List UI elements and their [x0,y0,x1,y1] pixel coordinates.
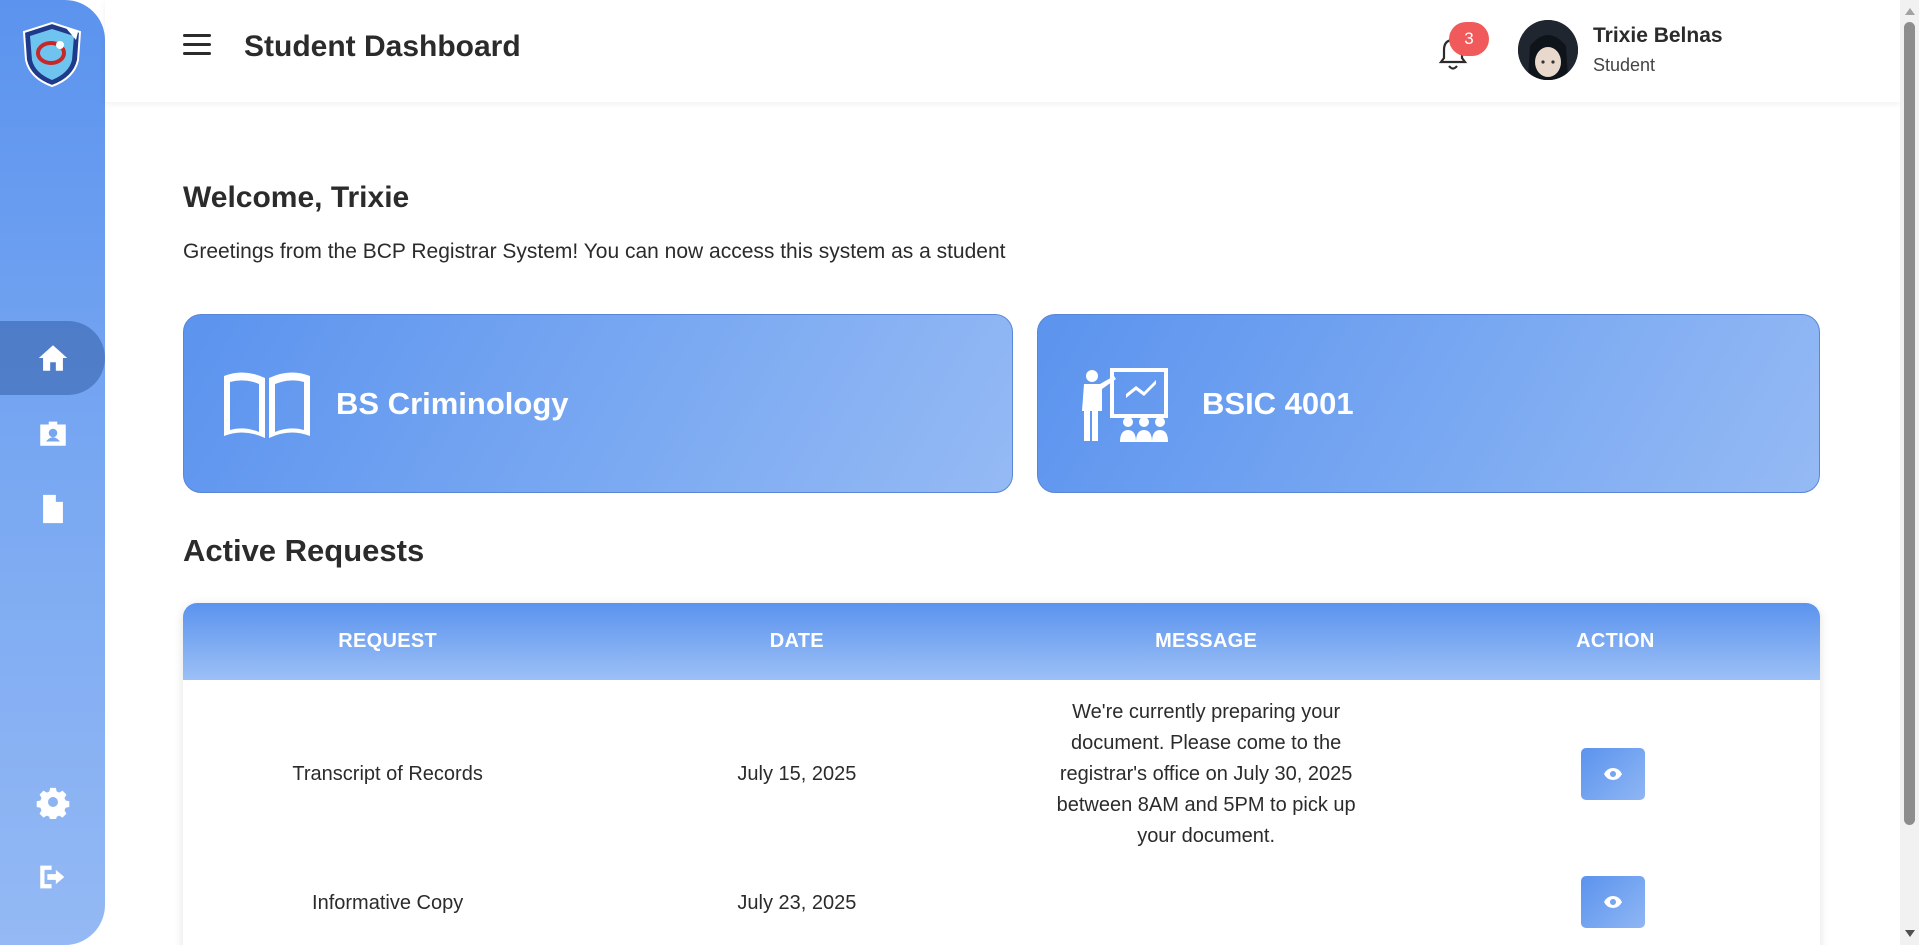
date-cell: July 23, 2025 [737,892,857,914]
sidebar-item-profile[interactable] [0,396,105,470]
eye-icon [1603,896,1622,908]
view-button[interactable] [1580,876,1645,928]
top-header: Student Dashboard [105,0,1900,102]
sidebar [0,0,105,945]
program-card: BS Criminology [183,314,1013,493]
active-requests-heading: Active Requests [183,533,425,568]
sidebar-item-settings[interactable] [0,765,105,839]
table-row: Informative Copy July 23, 2025 [183,868,1820,945]
scrollbar-thumb[interactable] [1904,22,1915,825]
vertical-scrollbar[interactable] [1900,0,1919,945]
table-row: Transcript of Records July 15, 2025 We'r… [183,680,1820,868]
user-name: Trixie Belnas [1593,24,1723,47]
scroll-up-arrow-icon[interactable] [1905,8,1915,15]
section-label: BSIC 4001 [1202,385,1354,421]
program-label: BS Criminology [336,385,569,421]
open-book-icon [222,366,312,442]
column-header: DATE [769,630,824,652]
logout-icon [39,865,64,889]
request-cell: Informative Copy [312,892,464,914]
classroom-icon [1080,366,1170,442]
column-header: MESSAGE [1155,630,1258,652]
section-card: BSIC 4001 [1037,314,1820,493]
scroll-down-arrow-icon[interactable] [1905,930,1915,937]
message-cell: We're currently preparing your document.… [1056,700,1356,847]
action-cell [1411,748,1820,800]
greeting-text: Greetings from the BCP Registrar System!… [183,240,1006,263]
avatar[interactable] [1518,20,1578,80]
action-cell [1411,876,1820,928]
document-icon [42,494,63,524]
home-icon [38,345,67,371]
view-button[interactable] [1580,748,1645,800]
eye-icon [1603,768,1622,780]
request-cell: Transcript of Records [292,762,483,785]
gear-icon [36,787,69,819]
notification-badge: 3 [1449,22,1489,56]
welcome-heading: Welcome, Trixie [183,181,410,214]
sidebar-item-logout[interactable] [0,840,105,914]
date-cell: July 15, 2025 [737,762,857,785]
user-role: Student [1593,55,1656,75]
page-title: Student Dashboard [244,30,521,63]
requests-table: REQUEST DATE MESSAGE ACTION Transcript o… [183,603,1820,945]
school-logo [18,20,86,88]
column-header: REQUEST [338,630,438,652]
id-badge-icon [39,421,66,446]
menu-toggle-button[interactable] [183,34,211,62]
table-header: REQUEST DATE MESSAGE ACTION [183,603,1820,680]
sidebar-item-documents[interactable] [0,472,105,546]
sidebar-item-home[interactable] [0,321,105,395]
column-header: ACTION [1576,630,1655,652]
